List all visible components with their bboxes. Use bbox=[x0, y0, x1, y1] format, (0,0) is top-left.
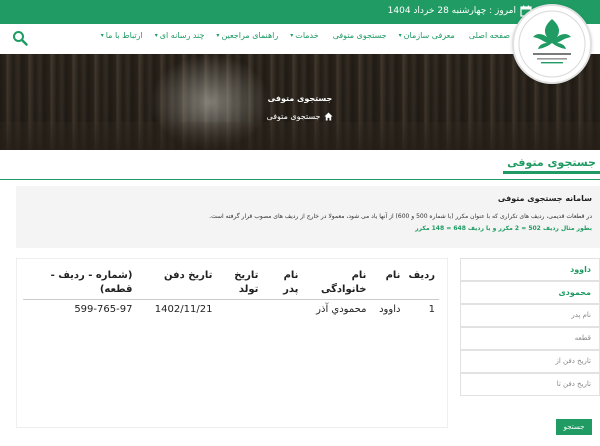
info-example: بطور مثال ردیف 502 = 2 مکرر و یا ردیف 64… bbox=[415, 225, 592, 232]
main-navbar: صفحه اصلی معرفی سازمان ▾ جستجوی متوفی خدم… bbox=[0, 24, 600, 54]
burial-date-from-field[interactable]: تاریخ دفن از bbox=[460, 350, 600, 373]
nav-item-contact[interactable]: ارتباط با ما ▾ bbox=[101, 31, 143, 40]
first-name-field[interactable]: داوود bbox=[460, 258, 600, 281]
page-title: جستجوی متوفی bbox=[503, 154, 600, 174]
nav-label: جستجوی متوفی bbox=[332, 31, 387, 40]
col-birth-date-header: تاریخ تولد bbox=[216, 267, 263, 300]
results-panel: ردیف نام نام خانوادگی نام پدر تاریخ تولد… bbox=[16, 258, 448, 428]
chevron-down-icon: ▾ bbox=[398, 32, 402, 39]
col-location-header: (شماره - ردیف - قطعه) bbox=[23, 267, 137, 300]
search-icon[interactable] bbox=[12, 30, 28, 46]
site-logo[interactable] bbox=[512, 4, 592, 84]
last-name-field[interactable]: محمودی bbox=[460, 281, 600, 304]
home-icon[interactable] bbox=[324, 112, 334, 121]
nav-item-about[interactable]: معرفی سازمان ▾ bbox=[399, 31, 455, 40]
top-bar: امروز : چهارشنبه 28 خرداد 1404 bbox=[0, 0, 600, 24]
info-heading: سامانه جستجوی متوفی bbox=[497, 194, 592, 203]
burial-date-to-field[interactable]: تاریخ دفن تا bbox=[460, 373, 600, 396]
nav-item-multimedia[interactable]: چند رسانه ای ▾ bbox=[155, 31, 205, 40]
cell-first-name: داوود bbox=[379, 304, 401, 315]
chevron-down-icon: ▾ bbox=[154, 32, 158, 39]
hero-title: جستجوی متوفی bbox=[267, 94, 333, 103]
search-form: داوود محمودی نام پدر قطعه تاریخ دفن از ت… bbox=[460, 258, 600, 396]
col-burial-date-header: تاریخ دفن bbox=[136, 267, 217, 300]
cell-burial-date: 1402/11/21 bbox=[154, 304, 213, 315]
breadcrumb: جستجوی متوفی bbox=[0, 112, 600, 121]
section-field[interactable]: قطعه bbox=[460, 327, 600, 350]
hero-ground bbox=[0, 122, 600, 150]
nav-item-home[interactable]: صفحه اصلی bbox=[467, 31, 510, 40]
col-father-name-header: نام پدر bbox=[262, 267, 303, 300]
col-row-header: ردیف bbox=[404, 267, 439, 300]
nav-label: خدمات bbox=[295, 31, 319, 40]
cell-birth-date bbox=[216, 300, 262, 320]
date-text: امروز : چهارشنبه 28 خرداد 1404 bbox=[387, 6, 516, 16]
results-table: ردیف نام نام خانوادگی نام پدر تاریخ تولد… bbox=[23, 267, 439, 319]
chevron-down-icon: ▾ bbox=[216, 32, 220, 39]
cell-location: 599-765-97 bbox=[74, 304, 133, 315]
father-name-field[interactable]: نام پدر bbox=[460, 304, 600, 327]
page-title-bar: جستجوی متوفی bbox=[0, 150, 600, 180]
cell-last-name: محمودي آذر bbox=[316, 304, 367, 315]
chevron-down-icon: ▾ bbox=[290, 32, 294, 39]
col-first-name-header: نام bbox=[370, 267, 405, 300]
hero-banner: جستجوی متوفی جستجوی متوفی bbox=[0, 54, 600, 150]
nav-label: چند رسانه ای bbox=[159, 31, 205, 40]
logo-emblem-icon bbox=[518, 10, 586, 78]
cell-father-name bbox=[262, 300, 302, 320]
info-box: سامانه جستجوی متوفی در قطعات قدیمی، ردیف… bbox=[16, 186, 600, 248]
nav-label: صفحه اصلی bbox=[468, 31, 510, 40]
col-last-name-header: نام خانوادگی bbox=[302, 267, 371, 300]
nav-item-visitor-guide[interactable]: راهنمای مراجعین ▾ bbox=[216, 31, 278, 40]
nav-item-services[interactable]: خدمات ▾ bbox=[290, 31, 318, 40]
nav-label: راهنمای مراجعین bbox=[221, 31, 279, 40]
table-row[interactable]: 1 داوود محمودي آذر 1402/11/21 599-765-97 bbox=[23, 300, 439, 320]
chevron-down-icon: ▾ bbox=[100, 32, 104, 39]
nav-label: ارتباط با ما bbox=[105, 31, 143, 40]
cell-row: 1 bbox=[428, 304, 435, 315]
nav-label: معرفی سازمان bbox=[403, 31, 455, 40]
table-header-row: ردیف نام نام خانوادگی نام پدر تاریخ تولد… bbox=[23, 267, 439, 300]
nav-item-search-deceased[interactable]: جستجوی متوفی bbox=[331, 31, 387, 40]
search-button[interactable]: جستجو bbox=[556, 419, 592, 435]
main-nav: صفحه اصلی معرفی سازمان ▾ جستجوی متوفی خدم… bbox=[101, 31, 510, 40]
breadcrumb-current: جستجوی متوفی bbox=[266, 112, 321, 121]
info-text: در قطعات قدیمی، ردیف های تکراری که با عن… bbox=[209, 213, 592, 220]
date-display: امروز : چهارشنبه 28 خرداد 1404 bbox=[388, 5, 532, 17]
